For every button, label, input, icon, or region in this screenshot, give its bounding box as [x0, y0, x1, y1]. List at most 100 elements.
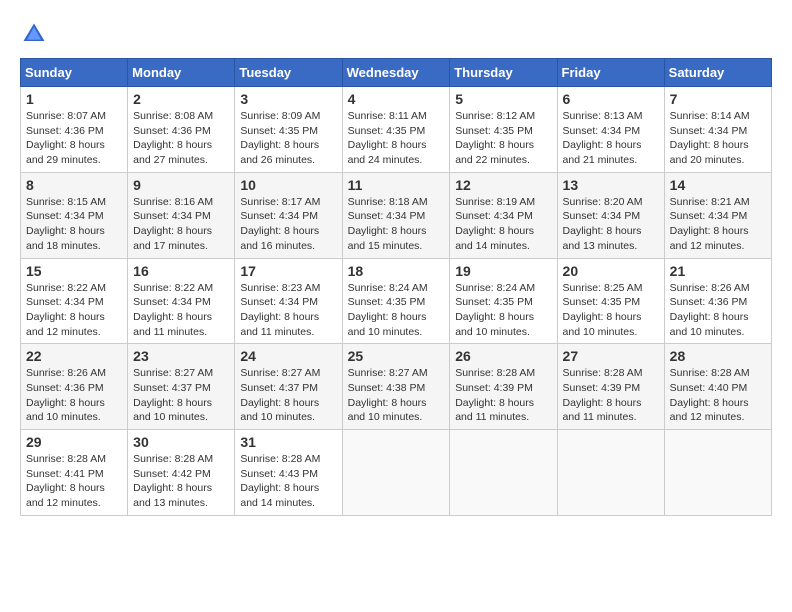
- day-number: 3: [240, 91, 336, 107]
- calendar-cell: 3 Sunrise: 8:09 AMSunset: 4:35 PMDaylight…: [235, 87, 342, 173]
- day-number: 2: [133, 91, 229, 107]
- day-number: 26: [455, 348, 551, 364]
- page-header: [20, 20, 772, 48]
- day-number: 29: [26, 434, 122, 450]
- calendar-week-row: 8 Sunrise: 8:15 AMSunset: 4:34 PMDaylight…: [21, 172, 772, 258]
- weekday-header: Tuesday: [235, 59, 342, 87]
- day-info: Sunrise: 8:23 AMSunset: 4:34 PMDaylight:…: [240, 281, 336, 340]
- calendar-week-row: 1Sunrise: 8:07 AMSunset: 4:36 PMDaylight…: [21, 87, 772, 173]
- day-number: 12: [455, 177, 551, 193]
- calendar-cell: 27Sunrise: 8:28 AMSunset: 4:39 PMDayligh…: [557, 344, 664, 430]
- calendar-header-row: SundayMondayTuesdayWednesdayThursdayFrid…: [21, 59, 772, 87]
- day-number: 19: [455, 263, 551, 279]
- calendar-cell: 23 Sunrise: 8:27 AMSunset: 4:37 PMDayligh…: [128, 344, 235, 430]
- calendar-cell: 25 Sunrise: 8:27 AMSunset: 4:38 PMDayligh…: [342, 344, 450, 430]
- calendar-cell: [450, 430, 557, 516]
- day-info: Sunrise: 8:16 AMSunset: 4:34 PMDaylight:…: [133, 195, 229, 254]
- day-info: Sunrise: 8:27 AMSunset: 4:37 PMDaylight:…: [240, 366, 336, 425]
- day-number: 30: [133, 434, 229, 450]
- calendar-cell: 11Sunrise: 8:18 AMSunset: 4:34 PMDayligh…: [342, 172, 450, 258]
- day-info: Sunrise: 8:28 AMSunset: 4:40 PMDaylight:…: [670, 366, 766, 425]
- day-number: 31: [240, 434, 336, 450]
- calendar-cell: 6 Sunrise: 8:13 AMSunset: 4:34 PMDaylight…: [557, 87, 664, 173]
- day-info: Sunrise: 8:28 AMSunset: 4:43 PMDaylight:…: [240, 452, 336, 511]
- day-number: 6: [563, 91, 659, 107]
- day-info: Sunrise: 8:11 AMSunset: 4:35 PMDaylight:…: [348, 109, 445, 168]
- day-info: Sunrise: 8:27 AMSunset: 4:37 PMDaylight:…: [133, 366, 229, 425]
- calendar-cell: 12 Sunrise: 8:19 AMSunset: 4:34 PMDayligh…: [450, 172, 557, 258]
- day-info: Sunrise: 8:22 AMSunset: 4:34 PMDaylight:…: [26, 281, 122, 340]
- calendar-cell: 24 Sunrise: 8:27 AMSunset: 4:37 PMDayligh…: [235, 344, 342, 430]
- calendar-cell: 15 Sunrise: 8:22 AMSunset: 4:34 PMDayligh…: [21, 258, 128, 344]
- day-info: Sunrise: 8:21 AMSunset: 4:34 PMDaylight:…: [670, 195, 766, 254]
- day-number: 7: [670, 91, 766, 107]
- weekday-header: Thursday: [450, 59, 557, 87]
- weekday-header: Saturday: [664, 59, 771, 87]
- weekday-header: Monday: [128, 59, 235, 87]
- day-info: Sunrise: 8:20 AMSunset: 4:34 PMDaylight:…: [563, 195, 659, 254]
- day-number: 1: [26, 91, 122, 107]
- calendar-cell: 22Sunrise: 8:26 AMSunset: 4:36 PMDayligh…: [21, 344, 128, 430]
- calendar-cell: 31 Sunrise: 8:28 AMSunset: 4:43 PMDayligh…: [235, 430, 342, 516]
- day-info: Sunrise: 8:12 AMSunset: 4:35 PMDaylight:…: [455, 109, 551, 168]
- calendar-cell: 19 Sunrise: 8:24 AMSunset: 4:35 PMDayligh…: [450, 258, 557, 344]
- day-info: Sunrise: 8:24 AMSunset: 4:35 PMDaylight:…: [348, 281, 445, 340]
- day-info: Sunrise: 8:09 AMSunset: 4:35 PMDaylight:…: [240, 109, 336, 168]
- calendar-cell: 16Sunrise: 8:22 AMSunset: 4:34 PMDayligh…: [128, 258, 235, 344]
- calendar-week-row: 22Sunrise: 8:26 AMSunset: 4:36 PMDayligh…: [21, 344, 772, 430]
- calendar-cell: 28 Sunrise: 8:28 AMSunset: 4:40 PMDayligh…: [664, 344, 771, 430]
- day-number: 5: [455, 91, 551, 107]
- calendar-cell: 7 Sunrise: 8:14 AMSunset: 4:34 PMDaylight…: [664, 87, 771, 173]
- day-number: 4: [348, 91, 445, 107]
- day-info: Sunrise: 8:15 AMSunset: 4:34 PMDaylight:…: [26, 195, 122, 254]
- day-info: Sunrise: 8:17 AMSunset: 4:34 PMDaylight:…: [240, 195, 336, 254]
- day-number: 10: [240, 177, 336, 193]
- day-number: 13: [563, 177, 659, 193]
- day-number: 18: [348, 263, 445, 279]
- day-number: 8: [26, 177, 122, 193]
- calendar-cell: 10 Sunrise: 8:17 AMSunset: 4:34 PMDayligh…: [235, 172, 342, 258]
- calendar-cell: 29 Sunrise: 8:28 AMSunset: 4:41 PMDayligh…: [21, 430, 128, 516]
- day-number: 9: [133, 177, 229, 193]
- calendar-cell: [342, 430, 450, 516]
- logo-icon: [20, 20, 48, 48]
- day-number: 15: [26, 263, 122, 279]
- calendar-cell: 1Sunrise: 8:07 AMSunset: 4:36 PMDaylight…: [21, 87, 128, 173]
- day-number: 20: [563, 263, 659, 279]
- day-number: 14: [670, 177, 766, 193]
- day-info: Sunrise: 8:28 AMSunset: 4:39 PMDaylight:…: [455, 366, 551, 425]
- day-info: Sunrise: 8:28 AMSunset: 4:42 PMDaylight:…: [133, 452, 229, 511]
- day-number: 23: [133, 348, 229, 364]
- calendar-cell: 2 Sunrise: 8:08 AMSunset: 4:36 PMDaylight…: [128, 87, 235, 173]
- calendar-cell: 30 Sunrise: 8:28 AMSunset: 4:42 PMDayligh…: [128, 430, 235, 516]
- calendar-cell: 18 Sunrise: 8:24 AMSunset: 4:35 PMDayligh…: [342, 258, 450, 344]
- weekday-header: Wednesday: [342, 59, 450, 87]
- calendar-cell: 21 Sunrise: 8:26 AMSunset: 4:36 PMDayligh…: [664, 258, 771, 344]
- day-info: Sunrise: 8:08 AMSunset: 4:36 PMDaylight:…: [133, 109, 229, 168]
- day-number: 25: [348, 348, 445, 364]
- day-info: Sunrise: 8:24 AMSunset: 4:35 PMDaylight:…: [455, 281, 551, 340]
- logo: [20, 20, 52, 48]
- calendar-cell: 20Sunrise: 8:25 AMSunset: 4:35 PMDayligh…: [557, 258, 664, 344]
- day-info: Sunrise: 8:26 AMSunset: 4:36 PMDaylight:…: [670, 281, 766, 340]
- day-info: Sunrise: 8:27 AMSunset: 4:38 PMDaylight:…: [348, 366, 445, 425]
- calendar-cell: 4 Sunrise: 8:11 AMSunset: 4:35 PMDaylight…: [342, 87, 450, 173]
- day-info: Sunrise: 8:28 AMSunset: 4:41 PMDaylight:…: [26, 452, 122, 511]
- weekday-header: Sunday: [21, 59, 128, 87]
- calendar-cell: [557, 430, 664, 516]
- day-info: Sunrise: 8:18 AMSunset: 4:34 PMDaylight:…: [348, 195, 445, 254]
- day-info: Sunrise: 8:19 AMSunset: 4:34 PMDaylight:…: [455, 195, 551, 254]
- calendar-cell: 26 Sunrise: 8:28 AMSunset: 4:39 PMDayligh…: [450, 344, 557, 430]
- calendar-week-row: 29 Sunrise: 8:28 AMSunset: 4:41 PMDayligh…: [21, 430, 772, 516]
- calendar-cell: 13 Sunrise: 8:20 AMSunset: 4:34 PMDayligh…: [557, 172, 664, 258]
- day-number: 24: [240, 348, 336, 364]
- calendar-cell: [664, 430, 771, 516]
- calendar-week-row: 15 Sunrise: 8:22 AMSunset: 4:34 PMDayligh…: [21, 258, 772, 344]
- day-info: Sunrise: 8:14 AMSunset: 4:34 PMDaylight:…: [670, 109, 766, 168]
- day-number: 21: [670, 263, 766, 279]
- day-number: 27: [563, 348, 659, 364]
- calendar-cell: 14 Sunrise: 8:21 AMSunset: 4:34 PMDayligh…: [664, 172, 771, 258]
- day-number: 28: [670, 348, 766, 364]
- calendar-cell: 8 Sunrise: 8:15 AMSunset: 4:34 PMDaylight…: [21, 172, 128, 258]
- day-info: Sunrise: 8:13 AMSunset: 4:34 PMDaylight:…: [563, 109, 659, 168]
